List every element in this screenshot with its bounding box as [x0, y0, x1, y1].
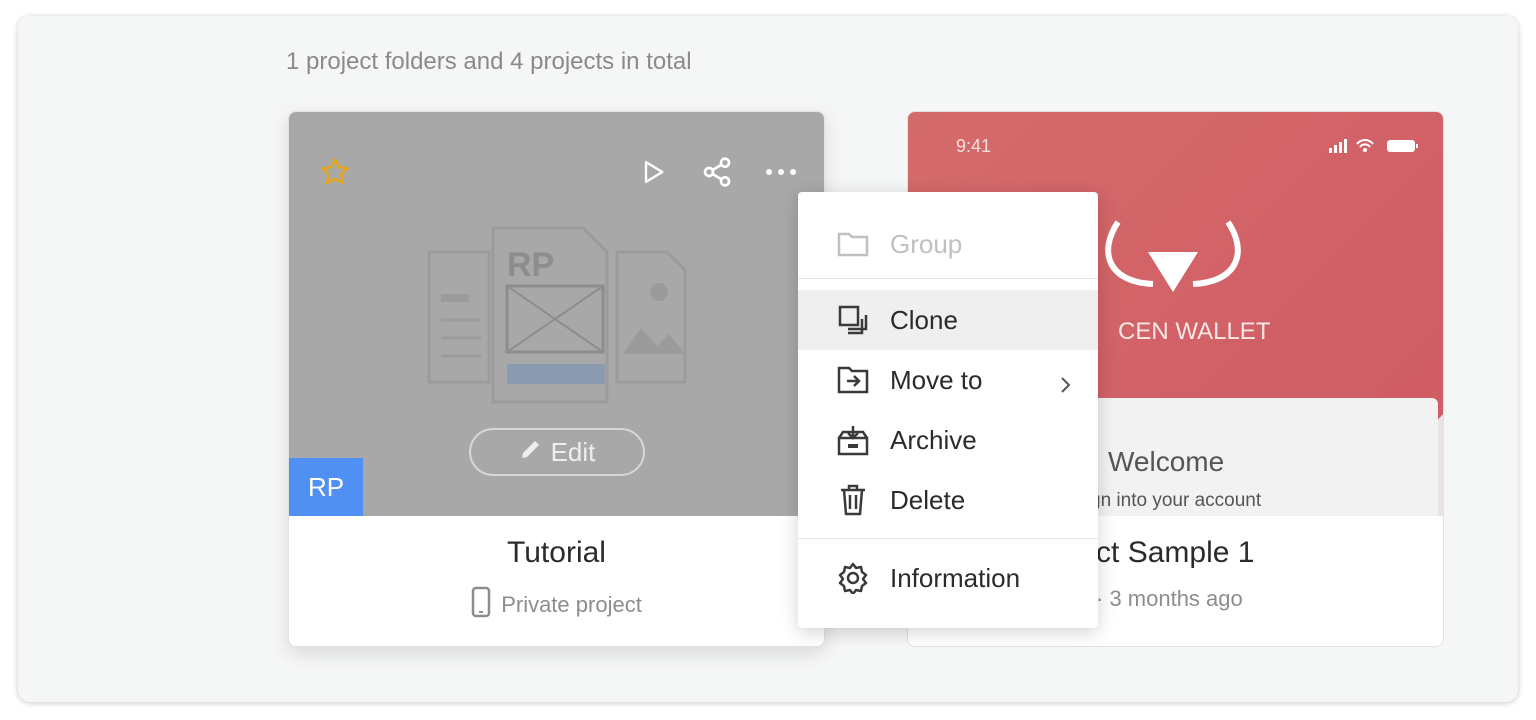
- folder-icon: [836, 227, 870, 261]
- phone-icon: [471, 586, 491, 624]
- menu-item-label: Move to: [890, 364, 983, 395]
- menu-item-move-to[interactable]: Move to: [798, 350, 1098, 410]
- share-icon[interactable]: [697, 152, 737, 192]
- menu-item-label: Clone: [890, 304, 958, 335]
- menu-divider: [798, 278, 1098, 279]
- trash-icon: [836, 483, 870, 517]
- context-menu: Group Clone Move to Archive Delete Infor…: [798, 192, 1098, 628]
- menu-item-archive[interactable]: Archive: [798, 410, 1098, 470]
- menu-item-group: Group: [798, 214, 1098, 274]
- play-icon[interactable]: [633, 152, 673, 192]
- menu-item-information[interactable]: Information: [798, 548, 1098, 608]
- menu-item-label: Group: [890, 228, 963, 259]
- project-placeholder-art: RP: [427, 224, 691, 409]
- chevron-right-icon: [1060, 370, 1072, 401]
- gear-icon: [836, 561, 870, 595]
- project-thumbnail[interactable]: RP Edit RP: [289, 112, 824, 516]
- move-to-icon: [836, 363, 870, 397]
- placeholder-rp-text: RP: [507, 246, 554, 284]
- menu-divider: [798, 538, 1098, 539]
- project-list-window: 1 project folders and 4 projects in tota…: [18, 16, 1518, 702]
- card-actions: [633, 152, 801, 192]
- project-visibility: Private project: [501, 592, 642, 617]
- archive-icon: [836, 423, 870, 457]
- star-icon[interactable]: [319, 156, 351, 193]
- menu-item-clone[interactable]: Clone: [798, 290, 1098, 350]
- projects-summary: 1 project folders and 4 projects in tota…: [286, 48, 692, 75]
- edit-label: Edit: [550, 436, 596, 467]
- project-card-tutorial[interactable]: RP Edit RP Tutorial Private project: [288, 111, 825, 647]
- project-updated: · 3 months ago: [1096, 586, 1243, 611]
- menu-item-delete[interactable]: Delete: [798, 470, 1098, 530]
- clone-icon: [836, 303, 870, 337]
- menu-item-label: Information: [890, 562, 1021, 593]
- menu-item-label: Delete: [890, 484, 966, 515]
- welcome-text: Welcome: [1108, 446, 1225, 477]
- edit-button[interactable]: Edit: [469, 428, 645, 476]
- more-icon[interactable]: [761, 152, 801, 192]
- project-subtitle: Private project: [289, 586, 824, 624]
- project-title[interactable]: Tutorial: [289, 536, 824, 570]
- signin-text: gn into your account: [1090, 490, 1262, 511]
- rp-badge: RP: [289, 458, 363, 516]
- project-subtitle: · 3 months ago: [1096, 586, 1243, 612]
- pencil-icon: [519, 437, 543, 468]
- menu-item-label: Archive: [890, 424, 977, 455]
